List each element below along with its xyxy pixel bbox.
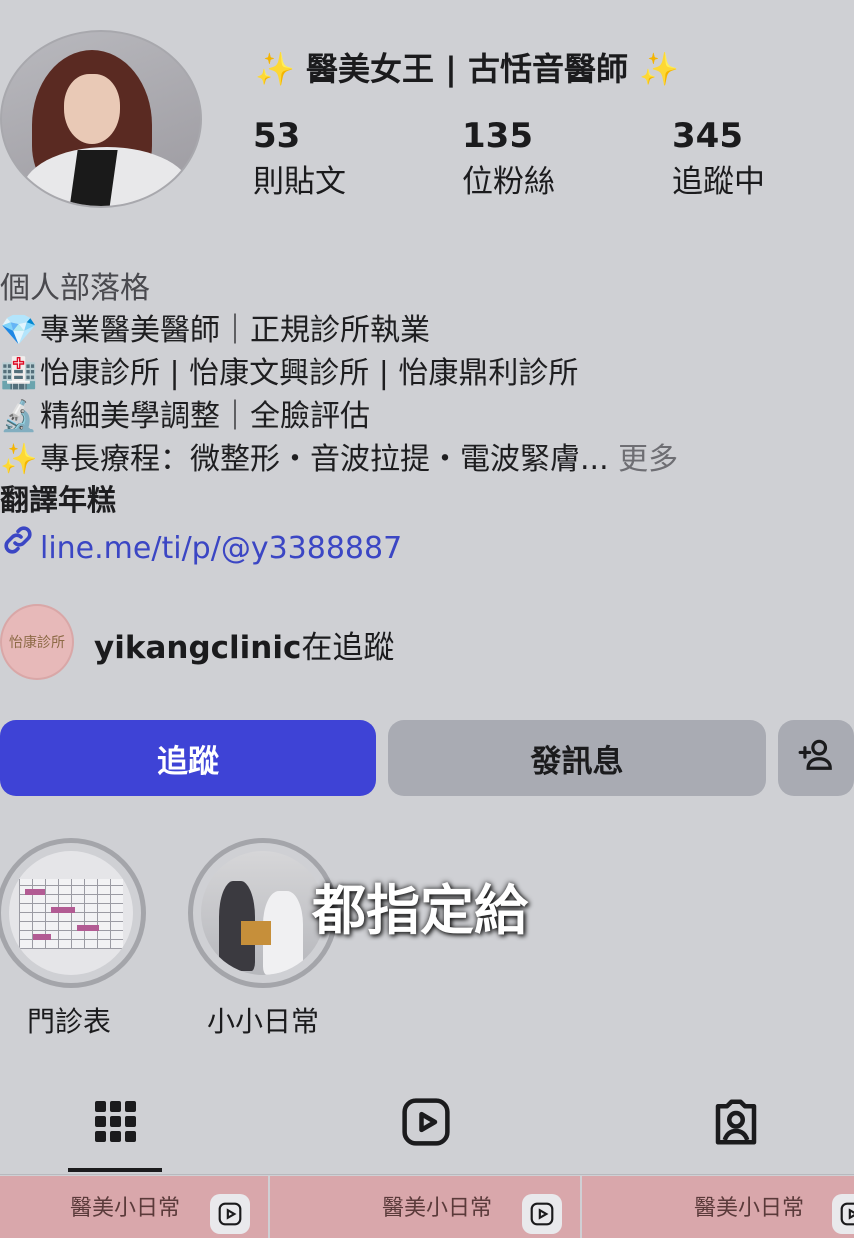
bio-line: 💎專業醫美醫師｜正規診所執業 <box>0 305 430 349</box>
bio-line-text: 專長療程：微整形・音波拉提・電波緊膚... <box>40 442 609 477</box>
reel-play-icon <box>210 1194 250 1234</box>
add-user-icon <box>797 735 835 781</box>
translate-link[interactable]: 翻譯年糕 <box>0 477 116 519</box>
username-text: 醫美女王 | 古恬音醫師 <box>305 50 628 88</box>
stat-followers-value: 135 <box>462 116 533 156</box>
reel-play-icon <box>522 1194 562 1234</box>
highlight-label: 門診表 <box>26 1005 111 1038</box>
stat-following-value: 345 <box>672 116 743 156</box>
highlight-label: 小小日常 <box>206 1005 319 1038</box>
tagged-icon <box>709 1095 763 1153</box>
post-thumbnail[interactable]: 醫美小日常 <box>270 1176 582 1238</box>
stat-following[interactable]: 345 追蹤中 <box>672 116 765 201</box>
stat-posts-label: 則貼文 <box>253 164 346 200</box>
bio-link[interactable]: line.me/ti/p/@y3388887 <box>0 522 402 566</box>
bio-line-text: 精細美學調整｜全臉評估 <box>40 399 370 434</box>
post-thumbnail[interactable]: 醫美小日常 <box>582 1176 854 1238</box>
sparkle-icon: ✨ <box>639 50 679 88</box>
bio-line: 🏥怡康診所 | 怡康文興診所 | 怡康鼎利診所 <box>0 348 578 392</box>
bio-link-text: line.me/ti/p/@y3388887 <box>40 531 403 566</box>
thumbnail-label: 醫美小日常 <box>382 1196 493 1221</box>
active-tab-indicator <box>68 1168 162 1172</box>
diamond-icon: 💎 <box>0 313 38 348</box>
highlight-schedule[interactable] <box>0 838 146 988</box>
video-caption: 都指定給 <box>312 879 528 942</box>
link-icon <box>0 522 40 566</box>
add-user-button[interactable] <box>778 720 854 796</box>
mutual-follower-avatar[interactable]: 怡康診所 <box>0 604 74 680</box>
microscope-icon: 🔬 <box>0 399 38 434</box>
stat-followers-label: 位粉絲 <box>462 164 555 200</box>
stat-followers[interactable]: 135 位粉絲 <box>462 116 555 201</box>
mutual-account: yikangclinic <box>94 630 302 666</box>
reels-icon <box>399 1095 453 1153</box>
profile-avatar[interactable] <box>0 30 202 208</box>
profile-username: ✨ 醫美女王 | 古恬音醫師 ✨ <box>255 44 679 90</box>
tab-reels[interactable] <box>396 1094 456 1154</box>
mutual-suffix: 在追蹤 <box>301 630 395 666</box>
bio-line-text: 怡康診所 | 怡康文興診所 | 怡康鼎利診所 <box>40 356 579 391</box>
mutual-follower-text[interactable]: yikangclinic在追蹤 <box>94 622 394 667</box>
tab-grid[interactable] <box>86 1094 146 1154</box>
stat-posts[interactable]: 53 則貼文 <box>253 116 346 201</box>
message-button[interactable]: 發訊息 <box>388 720 766 796</box>
sparkle-icon: ✨ <box>255 50 295 88</box>
thumbnail-label: 醫美小日常 <box>70 1196 181 1221</box>
follow-button[interactable]: 追蹤 <box>0 720 376 796</box>
bio-line: ✨專長療程：微整形・音波拉提・電波緊膚... 更多 <box>0 434 678 478</box>
post-thumbnail[interactable]: 醫美小日常 <box>0 1176 270 1238</box>
mutual-avatar-logo: 怡康診所 <box>9 635 65 651</box>
stat-following-label: 追蹤中 <box>672 164 765 200</box>
stat-posts-value: 53 <box>253 116 301 156</box>
bio-more-link[interactable]: 更多 <box>618 442 678 477</box>
bio-line: 🔬精細美學調整｜全臉評估 <box>0 391 370 435</box>
bio-line-text: 專業醫美醫師｜正規診所執業 <box>40 313 430 348</box>
tab-tagged[interactable] <box>706 1094 766 1154</box>
hospital-icon: 🏥 <box>0 356 38 391</box>
reel-play-icon <box>832 1194 854 1234</box>
tabs-divider <box>0 1174 854 1175</box>
grid-icon <box>93 1099 139 1149</box>
bio-category: 個人部落格 <box>0 271 150 306</box>
sparkle-icon: ✨ <box>0 442 38 477</box>
thumbnail-label: 醫美小日常 <box>694 1196 805 1221</box>
